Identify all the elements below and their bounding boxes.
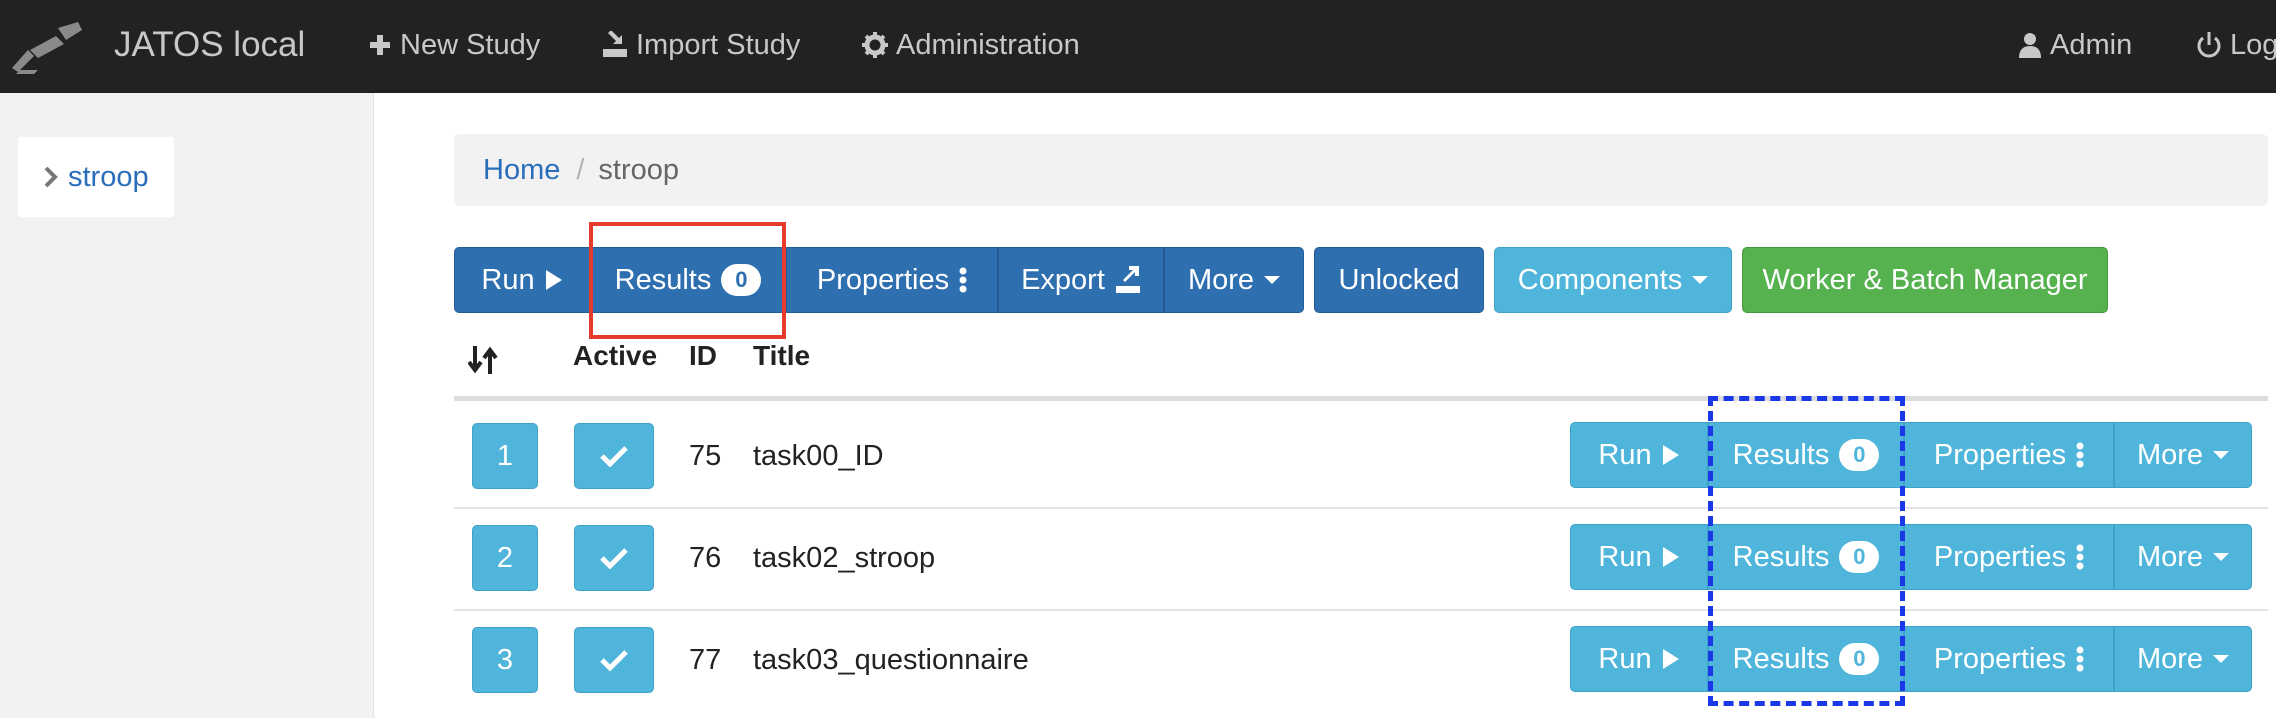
unlocked-button[interactable]: Unlocked	[1314, 247, 1484, 313]
play-icon	[1662, 649, 1679, 669]
vertical-ellipsis-icon	[2076, 442, 2084, 468]
nav-administration[interactable]: Administration	[862, 22, 1080, 68]
caret-down-icon	[1692, 276, 1709, 284]
sidebar-item-label: stroop	[68, 160, 149, 193]
column-header-active: Active	[573, 340, 658, 371]
nav-user-admin[interactable]: Admin	[2018, 22, 2132, 68]
sidebar: stroop	[0, 93, 374, 718]
component-properties-button[interactable]: Properties	[1904, 422, 2114, 488]
breadcrumb-home-link[interactable]: Home	[483, 154, 560, 187]
column-header-id: ID	[689, 340, 717, 371]
component-more-label: More	[2136, 438, 2204, 471]
highlight-box-study-results	[589, 222, 786, 339]
nav-import-study-label: Import Study	[636, 29, 801, 61]
nav-import-study[interactable]: Import Study	[602, 22, 800, 68]
component-properties-label: Properties	[1933, 642, 2067, 675]
study-properties-label: Properties	[816, 263, 950, 296]
jatos-logo-icon[interactable]	[8, 20, 88, 76]
component-active-toggle[interactable]	[574, 627, 654, 693]
nav-logout[interactable]: Log	[2196, 22, 2276, 68]
component-title: task03_questionnaire	[753, 644, 1029, 676]
vertical-ellipsis-icon	[959, 267, 967, 293]
caret-down-icon	[2213, 655, 2230, 663]
breadcrumb-separator: /	[576, 153, 585, 186]
toolbar-divider	[997, 248, 998, 312]
study-more-label: More	[1187, 263, 1255, 296]
component-more-label: More	[2136, 540, 2204, 573]
export-icon	[1115, 266, 1140, 293]
check-icon	[600, 650, 628, 671]
component-position-button[interactable]: 2	[472, 525, 538, 591]
component-position-button[interactable]: 1	[472, 423, 538, 489]
component-properties-button[interactable]: Properties	[1904, 626, 2114, 692]
component-id: 75	[689, 440, 722, 472]
component-properties-button[interactable]: Properties	[1904, 524, 2114, 590]
component-id: 76	[689, 542, 722, 574]
top-navbar: JATOS local New Study Import Study Admin…	[0, 0, 2276, 93]
component-title: task00_ID	[753, 440, 884, 472]
breadcrumb-current: stroop	[598, 153, 680, 186]
component-active-toggle[interactable]	[574, 423, 654, 489]
nav-new-study-label: New Study	[400, 29, 541, 61]
study-properties-button[interactable]: Properties	[786, 247, 998, 313]
vertical-ellipsis-icon	[2076, 646, 2084, 672]
play-icon	[1662, 547, 1679, 567]
highlight-box-component-results	[1708, 396, 1905, 706]
study-run-label: Run	[481, 263, 535, 296]
component-active-toggle[interactable]	[574, 525, 654, 591]
component-title: task02_stroop	[753, 542, 936, 574]
component-run-button[interactable]: Run	[1570, 422, 1708, 488]
components-label: Components	[1517, 263, 1683, 296]
study-more-dropdown[interactable]: More	[1164, 247, 1304, 313]
vertical-ellipsis-icon	[2076, 544, 2084, 570]
play-icon	[545, 270, 562, 290]
nav-administration-label: Administration	[896, 29, 1080, 61]
component-more-dropdown[interactable]: More	[2114, 524, 2252, 590]
component-properties-label: Properties	[1933, 540, 2067, 573]
breadcrumb: Home / stroop	[454, 134, 2268, 206]
column-header-title: Title	[753, 340, 811, 371]
component-more-label: More	[2136, 642, 2204, 675]
component-more-dropdown[interactable]: More	[2114, 626, 2252, 692]
study-export-label: Export	[1021, 263, 1105, 296]
nav-user-label: Admin	[2050, 29, 2133, 61]
nav-logout-label: Log	[2230, 29, 2276, 61]
caret-down-icon	[2213, 553, 2230, 561]
check-icon	[600, 446, 628, 467]
unlocked-label: Unlocked	[1338, 263, 1460, 296]
power-icon	[2197, 32, 2221, 58]
component-more-dropdown[interactable]: More	[2114, 422, 2252, 488]
worker-batch-manager-label: Worker & Batch Manager	[1762, 263, 2088, 296]
component-position-button[interactable]: 3	[472, 627, 538, 693]
study-export-button[interactable]: Export	[998, 247, 1164, 313]
chevron-right-icon	[44, 166, 58, 188]
component-run-button[interactable]: Run	[1570, 524, 1708, 590]
component-run-label: Run	[1598, 642, 1652, 675]
component-properties-label: Properties	[1933, 438, 2067, 471]
brand-title[interactable]: JATOS local	[114, 22, 305, 68]
worker-batch-manager-button[interactable]: Worker & Batch Manager	[1742, 247, 2108, 313]
gear-icon	[862, 32, 888, 58]
study-run-button[interactable]: Run	[454, 247, 590, 313]
caret-down-icon	[1264, 276, 1281, 284]
check-icon	[600, 548, 628, 569]
component-run-button[interactable]: Run	[1570, 626, 1708, 692]
component-run-label: Run	[1598, 540, 1652, 573]
row-divider	[454, 609, 2268, 611]
plus-icon	[370, 35, 390, 55]
import-icon	[603, 31, 627, 57]
caret-down-icon	[2213, 451, 2230, 459]
component-id: 77	[689, 644, 722, 676]
row-divider	[454, 507, 2268, 509]
sidebar-item-stroop[interactable]: stroop	[18, 137, 174, 217]
component-run-label: Run	[1598, 438, 1652, 471]
table-header-divider	[454, 396, 2268, 401]
user-icon	[2019, 33, 2041, 58]
nav-new-study[interactable]: New Study	[368, 22, 540, 68]
play-icon	[1662, 445, 1679, 465]
components-dropdown[interactable]: Components	[1494, 247, 1732, 313]
sort-icon[interactable]	[468, 344, 498, 376]
toolbar-divider	[1163, 248, 1164, 312]
